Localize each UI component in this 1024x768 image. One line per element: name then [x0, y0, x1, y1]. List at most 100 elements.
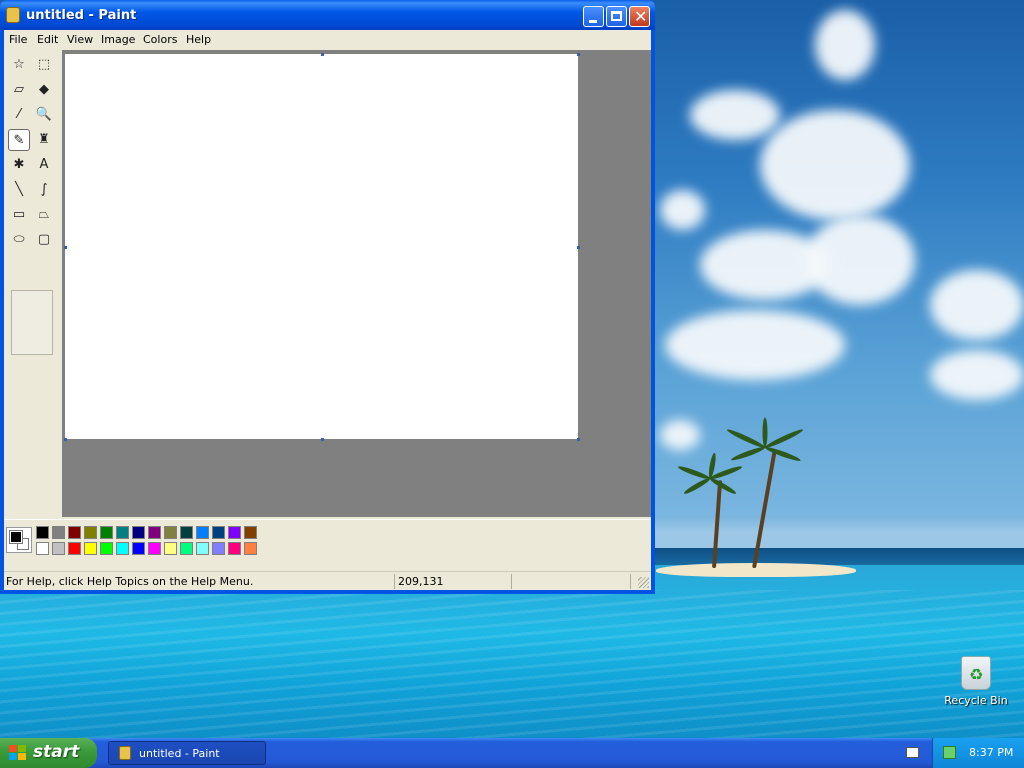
rounded-rectangle-tool-icon[interactable]: ▢: [33, 229, 55, 251]
recycle-bin-icon[interactable]: ♻ Recycle Bin: [944, 656, 1008, 707]
color-swatch[interactable]: [52, 542, 65, 555]
text-tool-icon[interactable]: A: [33, 154, 55, 176]
resize-handle[interactable]: [64, 438, 67, 441]
resize-handle[interactable]: [64, 246, 67, 249]
color-swatch[interactable]: [68, 542, 81, 555]
system-tray: 8:37 PM: [932, 738, 1024, 768]
menu-colors[interactable]: Colors: [143, 33, 177, 46]
window-client: File Edit View Image Colors Help ☆ ⬚ ▱ ◆ ⁄ 🔍 ✎…: [4, 30, 651, 590]
start-button[interactable]: start: [0, 738, 97, 768]
color-swatch[interactable]: [228, 526, 241, 539]
select-tool-icon[interactable]: ⬚: [33, 54, 55, 76]
resize-handle[interactable]: [321, 438, 324, 441]
color-swatch[interactable]: [180, 526, 193, 539]
status-separator: [630, 574, 631, 589]
paint-app-icon: [119, 746, 131, 760]
color-swatch[interactable]: [164, 542, 177, 555]
curve-tool-icon[interactable]: ∫: [33, 179, 55, 201]
resize-handle[interactable]: [577, 53, 580, 56]
color-swatch[interactable]: [180, 542, 193, 555]
ellipse-tool-icon[interactable]: ⬭: [8, 229, 30, 251]
color-swatch[interactable]: [116, 526, 129, 539]
cloud: [760, 110, 910, 220]
color-swatch[interactable]: [132, 526, 145, 539]
palm-leaf: [730, 445, 766, 463]
color-swatch[interactable]: [148, 542, 161, 555]
rectangle-tool-icon[interactable]: ▭: [8, 204, 30, 226]
cloud: [930, 270, 1024, 340]
polygon-tool-icon[interactable]: ⏢: [33, 204, 55, 226]
palm-leaf: [764, 445, 802, 463]
color-swatch[interactable]: [132, 542, 145, 555]
status-bar: For Help, click Help Topics on the Help …: [4, 571, 651, 590]
resize-handle[interactable]: [577, 246, 580, 249]
tool-options-box[interactable]: [11, 290, 53, 355]
menu-image[interactable]: Image: [101, 33, 135, 46]
airbrush-tool-icon[interactable]: ✱: [8, 154, 30, 176]
status-coordinates: 209,131: [398, 575, 444, 588]
close-button[interactable]: ✕: [629, 6, 650, 27]
foreground-color: [9, 530, 23, 544]
cloud: [930, 350, 1024, 400]
color-box: [4, 519, 651, 569]
eraser-tool-icon[interactable]: ▱: [8, 79, 30, 101]
taskbar-item-paint[interactable]: untitled - Paint: [108, 741, 266, 765]
menu-view[interactable]: View: [67, 33, 93, 46]
color-swatch[interactable]: [244, 526, 257, 539]
menu-file[interactable]: File: [9, 33, 27, 46]
keyboard-icon[interactable]: [906, 747, 919, 758]
paint-app-icon: [6, 7, 20, 23]
menu-edit[interactable]: Edit: [37, 33, 58, 46]
toolbox: ☆ ⬚ ▱ ◆ ⁄ 🔍 ✎ ♜ ✱ A ╲ ∫ ▭ ⏢ ⬭ ▢: [4, 50, 62, 517]
cloud: [805, 215, 915, 305]
drawing-canvas[interactable]: [65, 54, 578, 439]
fill-tool-icon[interactable]: ◆: [33, 79, 55, 101]
color-swatch[interactable]: [148, 526, 161, 539]
color-swatch[interactable]: [116, 542, 129, 555]
recycle-bin-graphic: ♻: [961, 656, 991, 690]
color-swatch[interactable]: [36, 542, 49, 555]
status-separator: [394, 574, 395, 589]
resize-handle[interactable]: [321, 53, 324, 56]
pick-color-tool-icon[interactable]: ⁄: [8, 104, 30, 126]
maximize-button[interactable]: [606, 6, 627, 27]
resize-grip-icon[interactable]: [638, 577, 649, 588]
brush-tool-icon[interactable]: ♜: [33, 129, 55, 151]
taskbar-item-label: untitled - Paint: [139, 747, 220, 760]
palm-leaf: [708, 476, 738, 496]
palm-leaf: [762, 417, 768, 448]
color-swatch[interactable]: [100, 526, 113, 539]
color-swatch[interactable]: [212, 542, 225, 555]
color-swatch[interactable]: [84, 542, 97, 555]
color-swatch[interactable]: [244, 542, 257, 555]
resize-handle[interactable]: [577, 438, 580, 441]
minimize-icon: [589, 20, 597, 23]
free-form-select-tool-icon[interactable]: ☆: [8, 54, 30, 76]
start-label: start: [33, 742, 80, 762]
current-colors[interactable]: [6, 527, 32, 553]
color-swatch[interactable]: [196, 542, 209, 555]
color-swatch[interactable]: [164, 526, 177, 539]
color-swatch[interactable]: [68, 526, 81, 539]
minimize-button[interactable]: [583, 6, 604, 27]
clock[interactable]: 8:37 PM: [969, 746, 1013, 759]
color-swatch[interactable]: [84, 526, 97, 539]
color-swatch[interactable]: [100, 542, 113, 555]
paint-window: untitled - Paint ✕ File Edit View Image …: [0, 0, 655, 594]
palm-leaf: [682, 476, 712, 496]
color-swatch[interactable]: [228, 542, 241, 555]
canvas-workspace: [62, 50, 651, 517]
status-separator: [511, 574, 512, 589]
menu-help[interactable]: Help: [186, 33, 211, 46]
magnifier-tool-icon[interactable]: 🔍: [33, 104, 55, 126]
pencil-tool-icon[interactable]: ✎: [8, 129, 30, 151]
color-swatch[interactable]: [52, 526, 65, 539]
color-swatch[interactable]: [212, 526, 225, 539]
color-swatch[interactable]: [36, 526, 49, 539]
color-swatch[interactable]: [196, 526, 209, 539]
windows-logo-icon: [9, 745, 27, 761]
line-tool-icon[interactable]: ╲: [8, 179, 30, 201]
network-tray-icon[interactable]: [943, 746, 956, 759]
cloud: [660, 190, 705, 230]
title-bar[interactable]: untitled - Paint ✕: [0, 0, 655, 30]
